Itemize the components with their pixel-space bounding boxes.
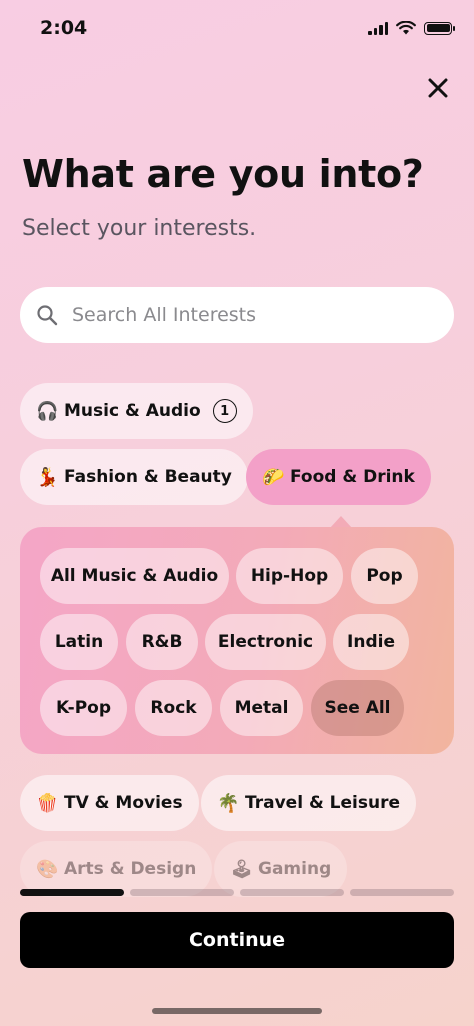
headphones-icon: 🎧 [36,400,59,422]
chip-label: Gaming [258,859,332,879]
subchip-hip-hop[interactable]: Hip-Hop [236,548,343,604]
subchip-all-music-audio[interactable]: All Music & Audio [40,548,229,604]
subchip-rock[interactable]: Rock [135,680,212,736]
chip-label: Fashion & Beauty [64,467,232,487]
cellular-signal-icon [368,21,388,35]
progress-segment [130,889,234,896]
see-all-button[interactable]: See All [311,680,404,736]
close-button[interactable] [424,74,452,102]
taco-icon: 🌮 [262,466,285,488]
progress-segment [240,889,344,896]
search-input[interactable] [72,304,412,326]
palette-icon: 🎨 [36,858,59,880]
page-subtitle: Select your interests. [22,216,257,241]
subchip-metal[interactable]: Metal [220,680,303,736]
close-icon [428,78,448,98]
search-icon [37,305,58,326]
subchip-electronic[interactable]: Electronic [205,614,326,670]
status-time: 2:04 [40,17,88,39]
wifi-icon [396,21,416,35]
subchip-k-pop[interactable]: K-Pop [40,680,127,736]
subchip-rnb[interactable]: R&B [126,614,198,670]
selected-count-badge: 1 [212,399,237,423]
chip-label: Music & Audio [64,401,201,421]
chip-music-audio[interactable]: 🎧 Music & Audio 1 [20,383,253,439]
progress-segment [350,889,454,896]
subchip-indie[interactable]: Indie [333,614,409,670]
status-icons [368,21,455,35]
status-bar: 2:04 [0,0,474,56]
subchip-latin[interactable]: Latin [40,614,118,670]
palm-tree-icon: 🌴 [217,792,240,814]
subchip-pop[interactable]: Pop [351,548,418,604]
progress-segment [20,889,124,896]
chip-food-drink[interactable]: 🌮 Food & Drink [246,449,431,505]
progress-indicator [20,889,454,896]
chip-tv-movies[interactable]: 🍿 TV & Movies [20,775,199,831]
chip-fashion-beauty[interactable]: 💃 Fashion & Beauty [20,449,248,505]
search-bar[interactable] [20,287,454,343]
popcorn-icon: 🍿 [36,792,59,814]
joystick-icon: 🕹 [230,858,253,880]
chip-label: Food & Drink [290,467,415,487]
dancer-icon: 💃 [36,466,59,488]
page-title: What are you into? [22,152,424,196]
battery-icon [424,21,455,35]
chip-label: Travel & Leisure [245,793,401,813]
chip-label: Arts & Design [64,859,197,879]
chip-label: TV & Movies [64,793,183,813]
continue-button[interactable]: Continue [20,912,454,968]
chip-travel-leisure[interactable]: 🌴 Travel & Leisure [201,775,417,831]
home-indicator [152,1008,322,1014]
